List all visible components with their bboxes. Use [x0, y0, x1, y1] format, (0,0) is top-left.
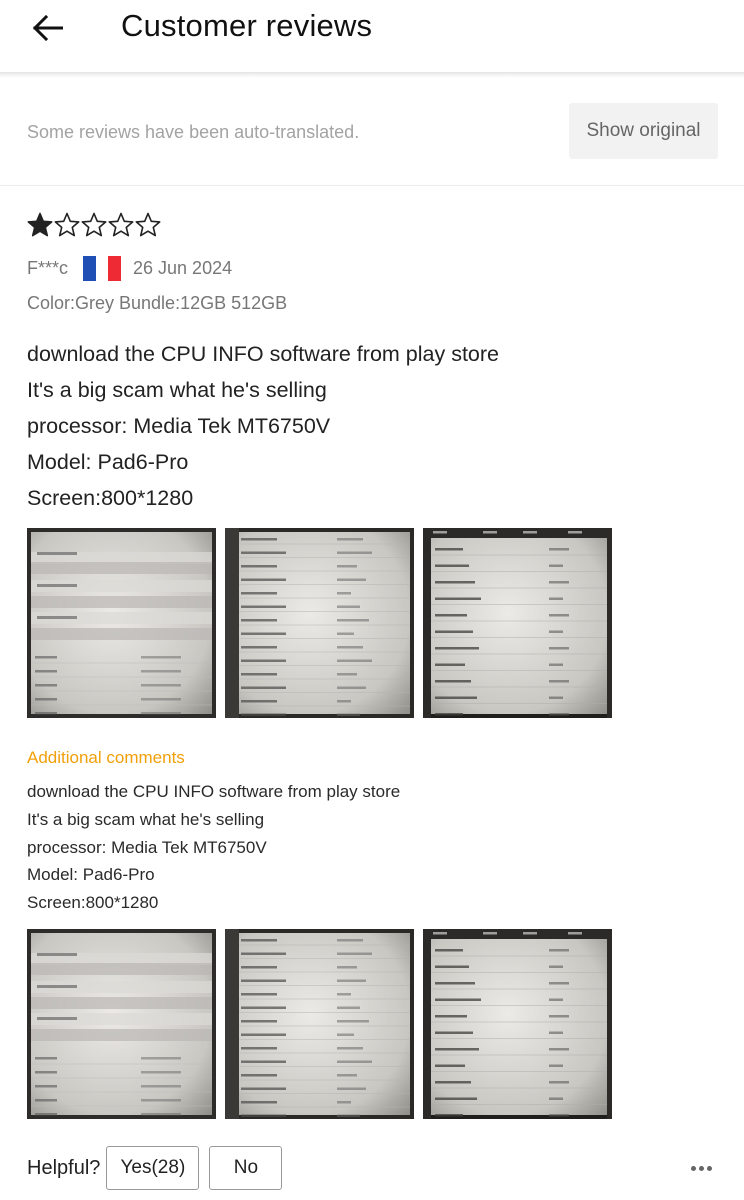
- page-title: Customer reviews: [121, 8, 373, 43]
- back-button[interactable]: [28, 8, 68, 48]
- star-empty-icon: [108, 212, 134, 237]
- additional-line: Model: Pad6-Pro: [27, 865, 155, 885]
- additional-line: processor: Media Tek MT6750V: [27, 837, 267, 857]
- additional-line: It's a big scam what he's selling: [27, 809, 265, 829]
- star-empty-icon: [81, 212, 107, 237]
- more-dot: [706, 1165, 712, 1171]
- more-dot: [690, 1165, 696, 1171]
- arrow-left-icon: [33, 15, 63, 41]
- france-flag-icon: [83, 255, 122, 281]
- review-line: download the CPU INFO software from play…: [27, 342, 499, 366]
- top-bar: Customer reviews: [0, 0, 744, 72]
- review-meta: F***c 26 Jun 2024: [27, 255, 232, 281]
- helpful-label: Helpful?: [27, 1156, 101, 1179]
- review-date: 26 Jun 2024: [133, 257, 233, 278]
- review-line: Screen:800*1280: [27, 486, 194, 510]
- additional-photo-3[interactable]: [423, 929, 612, 1119]
- additional-photo-1[interactable]: [27, 929, 216, 1119]
- more-dot: [698, 1165, 704, 1171]
- show-original-button[interactable]: Show original: [569, 103, 718, 159]
- additional-line: Screen:800*1280: [27, 893, 159, 913]
- review-photo-1[interactable]: [27, 528, 216, 718]
- additional-comments-body: download the CPU INFO software from play…: [27, 778, 400, 917]
- additional-photos: [27, 929, 612, 1119]
- additional-photo-2[interactable]: [225, 929, 414, 1119]
- review-photo-2[interactable]: [225, 528, 414, 718]
- star-empty-icon: [54, 212, 80, 237]
- additional-line: download the CPU INFO software from play…: [27, 782, 401, 801]
- review-photo-3[interactable]: [423, 528, 612, 718]
- more-options-button[interactable]: [684, 1154, 718, 1182]
- review-body: download the CPU INFO software from play…: [27, 336, 499, 516]
- star-filled-icon: [27, 212, 53, 237]
- additional-comments-label: Additional comments: [27, 748, 185, 767]
- review-line: Model: Pad6-Pro: [27, 450, 189, 474]
- star-rating: [27, 212, 161, 240]
- review-photos: [27, 528, 612, 718]
- reviewer-name: F***c: [27, 257, 69, 278]
- helpful-yes-button[interactable]: Yes(28): [106, 1146, 200, 1190]
- review-line: It's a big scam what he's selling: [27, 378, 327, 402]
- helpful-row: Helpful? Yes(28) No: [27, 1146, 283, 1190]
- flag-stripe-blue: [83, 255, 96, 281]
- flag-stripe-red: [108, 255, 122, 281]
- review-line: processor: Media Tek MT6750V: [27, 414, 331, 438]
- translation-notice: Some reviews have been auto-translated. …: [0, 78, 744, 186]
- helpful-no-button[interactable]: No: [209, 1146, 283, 1190]
- product-variant: Color:Grey Bundle:12GB 512GB: [27, 293, 288, 313]
- star-empty-icon: [135, 212, 161, 237]
- flag-stripe-white: [95, 255, 109, 281]
- translation-notice-text: Some reviews have been auto-translated.: [27, 122, 360, 142]
